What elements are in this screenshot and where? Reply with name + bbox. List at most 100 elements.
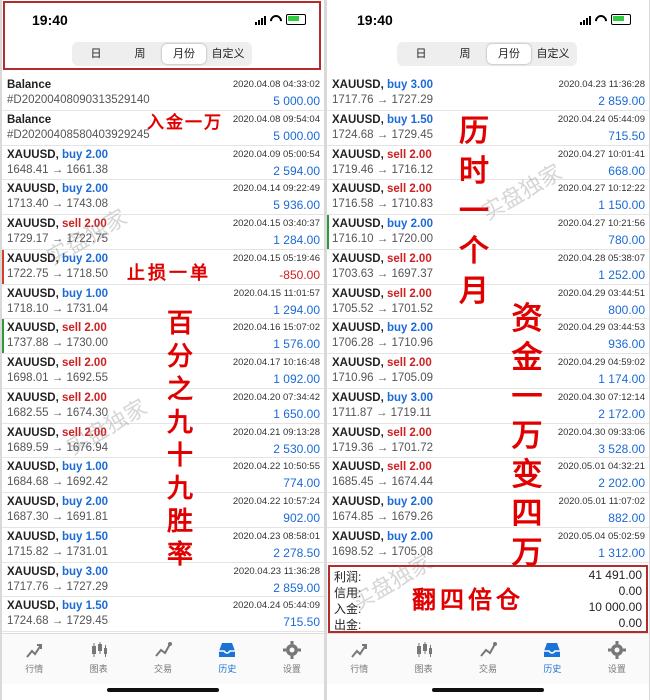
trade-lots: 2.00 [85, 148, 108, 161]
row-datetime: 2020.04.14 09:22:49 [232, 183, 320, 195]
tab-quotes[interactable]: 行情 [327, 634, 391, 684]
trade-row[interactable]: XAUUSD, buy 2.00 1687.30 → 1691.81 2020.04… [2, 493, 324, 528]
open-price: 1722.75 [7, 267, 49, 280]
trade-row[interactable]: XAUUSD, sell 2.00 1719.36 → 1701.72 2020.0… [327, 424, 649, 459]
trade-row[interactable]: XAUUSD, sell 2.00 1682.55 → 1674.30 2020.0… [2, 389, 324, 424]
arrow-right-icon: → [372, 406, 391, 419]
segment-day[interactable]: 日 [74, 44, 118, 64]
row-amount: 715.50 [283, 615, 320, 630]
balance-row[interactable]: Balance #D20200408090313529140 2020.04.08 … [2, 76, 324, 111]
tab-settings[interactable]: 设置 [585, 634, 649, 684]
trade-row[interactable]: XAUUSD, sell 2.00 1685.45 → 1674.44 2020.0… [327, 458, 649, 493]
segment-month[interactable]: 月份 [162, 44, 206, 64]
trade-row[interactable]: XAUUSD, buy 2.00 1706.28 → 1710.96 2020.04… [327, 319, 649, 354]
trade-row[interactable]: XAUUSD, buy 3.00 1711.87 → 1719.11 2020.04… [327, 389, 649, 424]
tab-charts[interactable]: 图表 [66, 634, 130, 684]
segment-custom[interactable]: 自定义 [531, 44, 575, 64]
row-datetime: 2020.04.15 05:19:46 [232, 252, 320, 264]
segment-day[interactable]: 日 [399, 44, 443, 64]
row-amount: 774.00 [283, 476, 320, 491]
tab-trade[interactable]: 交易 [456, 634, 520, 684]
segment-custom[interactable]: 自定义 [206, 44, 250, 64]
segment-week[interactable]: 周 [118, 44, 162, 64]
wifi-icon [595, 15, 607, 25]
arrow-right-icon: → [48, 337, 67, 350]
trade-lots: 1.50 [410, 113, 433, 126]
status-time: 19:40 [357, 12, 393, 28]
trade-symbol: XAUUSD, sell 2.00 [332, 183, 432, 196]
trade-row[interactable]: XAUUSD, sell 2.00 1698.01 → 1692.55 2020.0… [2, 354, 324, 389]
chart-up-icon [24, 640, 44, 660]
close-price: 1697.37 [391, 267, 434, 280]
symbol-name: XAUUSD [7, 496, 56, 508]
period-segmented-control: 日周月份 自定义 [397, 42, 577, 66]
tab-charts[interactable]: 图表 [391, 634, 455, 684]
trade-row[interactable]: XAUUSD, buy 1.00 1718.10 → 1731.04 2020.04… [2, 285, 324, 320]
row-datetime: 2020.04.08 04:33:02 [232, 79, 320, 90]
trade-direction: buy [61, 148, 83, 161]
trade-row[interactable]: XAUUSD, buy 3.00 1717.76 → 1727.29 2020.04… [2, 563, 324, 598]
trade-lots: 3.00 [410, 391, 433, 404]
close-price: 1718.50 [66, 267, 109, 280]
annotation-stoploss: 止损一单 [127, 263, 211, 284]
trade-icon [478, 640, 498, 660]
tab-history[interactable]: 历史 [520, 634, 584, 684]
trade-row[interactable]: XAUUSD, buy 2.00 1698.52 → 1705.08 2020.05… [327, 528, 649, 563]
close-price: 1674.44 [391, 476, 434, 489]
trade-row[interactable]: XAUUSD, buy 2.00 1648.41 → 1661.38 2020.04… [2, 146, 324, 181]
open-price: 1648.41 [7, 163, 49, 176]
trade-row[interactable]: XAUUSD, sell 2.00 1710.96 → 1705.09 2020.0… [327, 354, 649, 389]
status-icons [580, 14, 631, 25]
status-time: 19:40 [32, 12, 68, 28]
row-amount: 2 859.00 [273, 580, 320, 595]
trade-row[interactable]: XAUUSD, buy 3.00 1717.76 → 1727.29 2020.04… [327, 76, 649, 111]
row-datetime: 2020.04.24 05:44:09 [557, 113, 645, 125]
tab-settings[interactable]: 设置 [260, 634, 324, 684]
close-price: 1731.01 [66, 545, 109, 558]
trade-direction: buy [386, 79, 408, 91]
symbol-name: XAUUSD [7, 391, 56, 404]
row-datetime: 2020.04.09 05:00:54 [232, 148, 320, 160]
trade-prices: 1737.88 → 1730.00 [7, 337, 108, 349]
trade-lots: 2.00 [410, 496, 433, 508]
trade-prices: 1685.45 → 1674.44 [332, 476, 433, 488]
balance-title: Balance [7, 79, 52, 91]
trade-row[interactable]: XAUUSD, sell 2.00 1737.88 → 1730.00 2020.0… [2, 319, 324, 354]
trade-prices: 1719.36 → 1701.72 [332, 442, 433, 454]
transaction-id: #D20200408090313529140 [7, 94, 150, 106]
close-price: 1701.72 [391, 441, 434, 454]
row-amount: 2 859.00 [598, 94, 645, 108]
trade-row[interactable]: XAUUSD, buy 2.00 1674.85 → 1679.26 2020.05… [327, 493, 649, 528]
close-price: 1716.12 [391, 163, 434, 176]
trade-row[interactable]: XAUUSD, buy 1.50 1715.82 → 1731.01 2020.04… [2, 528, 324, 563]
tab-quotes[interactable]: 行情 [2, 634, 66, 684]
trade-row[interactable]: XAUUSD, buy 1.00 1684.68 → 1692.42 2020.04… [2, 458, 324, 493]
trade-symbol: XAUUSD, buy 1.00 [7, 461, 108, 474]
trade-prices: 1716.10 → 1720.00 [332, 233, 433, 245]
segment-month[interactable]: 月份 [487, 44, 531, 64]
tab-trade[interactable]: 交易 [131, 634, 195, 684]
symbol-name: XAUUSD [332, 496, 381, 508]
trade-direction: sell [61, 322, 82, 335]
open-price: 1724.68 [332, 128, 374, 141]
annotation-quadruple: 翻四倍仓 [412, 585, 524, 614]
trade-direction: buy [386, 391, 408, 404]
row-datetime: 2020.04.29 03:44:51 [557, 287, 645, 299]
trade-row[interactable]: XAUUSD, buy 2.00 1713.40 → 1743.08 2020.04… [2, 180, 324, 215]
tab-label: 行情 [25, 664, 44, 674]
trade-direction: sell [386, 252, 407, 265]
trade-row[interactable]: XAUUSD, buy 1.50 1724.68 → 1729.45 2020.04… [2, 597, 324, 632]
trade-prices: 1718.10 → 1731.04 [7, 303, 108, 315]
close-price: 1731.04 [66, 302, 109, 315]
symbol-name: XAUUSD [332, 530, 381, 543]
trade-prices: 1717.76 → 1727.29 [7, 581, 108, 593]
tab-history[interactable]: 历史 [195, 634, 259, 684]
trade-direction: sell [386, 287, 407, 300]
trade-row[interactable]: XAUUSD, sell 2.00 1689.59 → 1676.94 2020.0… [2, 424, 324, 459]
trade-lots: 2.00 [409, 357, 432, 369]
signal-icon [255, 15, 266, 25]
row-datetime: 2020.04.08 09:54:04 [232, 113, 320, 125]
trade-direction: sell [386, 426, 407, 439]
trade-symbol: XAUUSD, sell 2.00 [332, 357, 432, 369]
segment-week[interactable]: 周 [443, 44, 487, 64]
